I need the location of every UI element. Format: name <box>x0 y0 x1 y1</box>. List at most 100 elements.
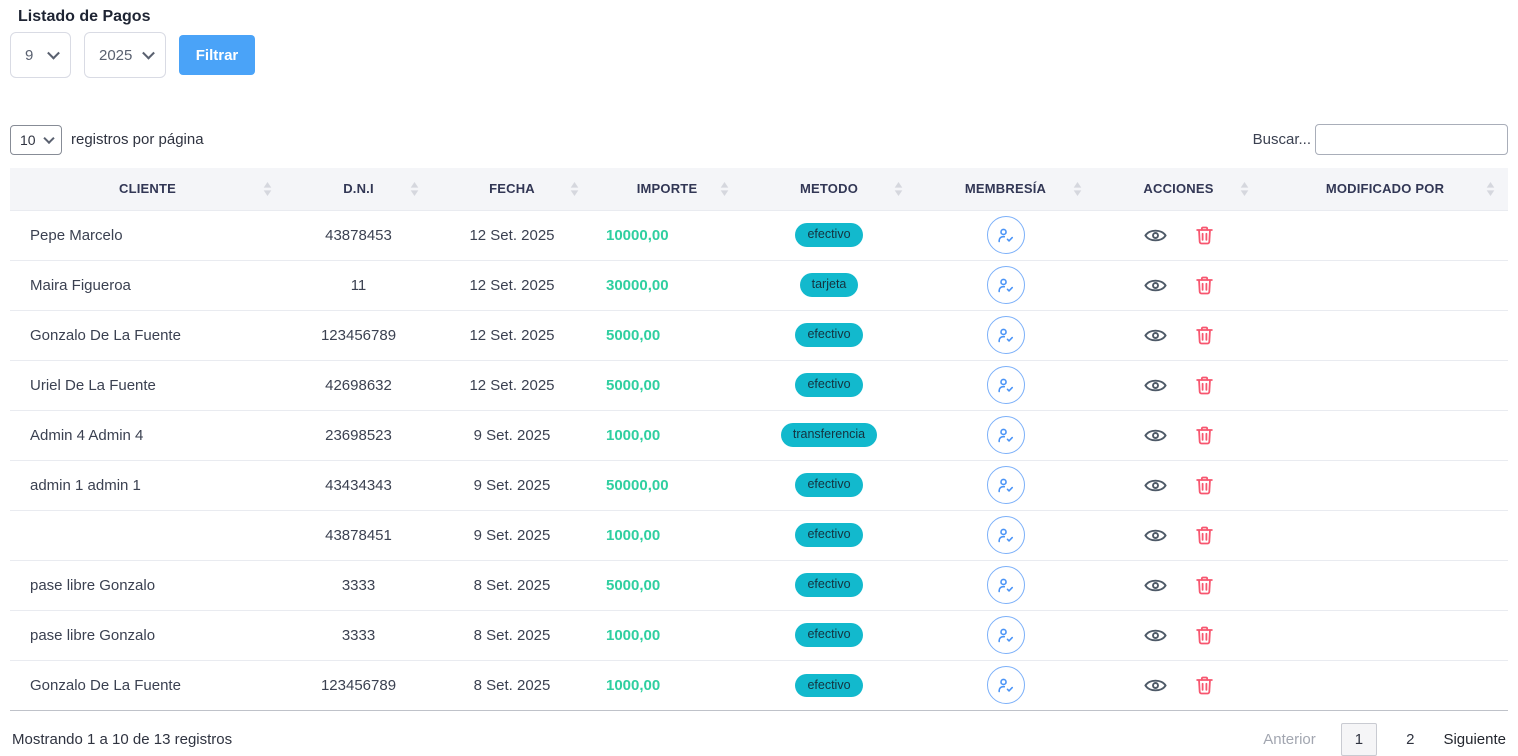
cell-fecha: 9 Set. 2025 <box>432 460 592 510</box>
view-button[interactable] <box>1144 327 1167 344</box>
cell-membresia <box>916 260 1095 310</box>
table-row: Maira Figueroa 11 12 Set. 2025 30000,00 … <box>10 260 1508 310</box>
cell-membresia <box>916 210 1095 260</box>
membership-button[interactable] <box>987 616 1025 654</box>
view-button[interactable] <box>1144 627 1167 644</box>
view-button[interactable] <box>1144 227 1167 244</box>
view-button[interactable] <box>1144 277 1167 294</box>
column-header-membresia[interactable]: MEMBRESÍA <box>916 168 1095 210</box>
cell-importe: 1000,00 <box>592 510 742 560</box>
eye-icon <box>1144 227 1167 244</box>
column-header-modificado-por[interactable]: MODIFICADO POR <box>1262 168 1508 210</box>
table-row: pase libre Gonzalo 3333 8 Set. 2025 5000… <box>10 560 1508 610</box>
delete-button[interactable] <box>1196 326 1213 345</box>
cell-acciones <box>1095 510 1262 560</box>
delete-button[interactable] <box>1196 226 1213 245</box>
trash-icon <box>1196 576 1213 595</box>
cell-modificado-por <box>1262 210 1508 260</box>
membership-button[interactable] <box>987 416 1025 454</box>
page-button-2[interactable]: 2 <box>1402 724 1418 755</box>
view-button[interactable] <box>1144 527 1167 544</box>
year-select-wrap: 2025 <box>84 32 166 78</box>
delete-button[interactable] <box>1196 276 1213 295</box>
sort-icon <box>720 182 729 196</box>
cell-metodo: efectivo <box>742 560 916 610</box>
delete-button[interactable] <box>1196 476 1213 495</box>
month-select[interactable]: 9 <box>10 32 71 78</box>
metodo-badge: efectivo <box>795 623 862 647</box>
table-controls-row: 10 registros por página Buscar... <box>10 124 1508 155</box>
search-input[interactable] <box>1315 124 1508 155</box>
column-header-metodo[interactable]: METODO <box>742 168 916 210</box>
cell-fecha: 12 Set. 2025 <box>432 360 592 410</box>
view-button[interactable] <box>1144 477 1167 494</box>
column-header-dni[interactable]: D.N.I <box>285 168 432 210</box>
eye-icon <box>1144 277 1167 294</box>
cell-dni: 3333 <box>285 610 432 660</box>
membership-button[interactable] <box>987 366 1025 404</box>
eye-icon <box>1144 577 1167 594</box>
cell-metodo: transferencia <box>742 410 916 460</box>
membership-button[interactable] <box>987 666 1025 704</box>
cell-dni: 123456789 <box>285 310 432 360</box>
cell-metodo: efectivo <box>742 660 916 710</box>
filter-button[interactable]: Filtrar <box>179 35 255 75</box>
cell-acciones <box>1095 460 1262 510</box>
metodo-badge: efectivo <box>795 373 862 397</box>
cell-modificado-por <box>1262 510 1508 560</box>
membership-button[interactable] <box>987 566 1025 604</box>
delete-button[interactable] <box>1196 526 1213 545</box>
page-button-1[interactable]: 1 <box>1341 723 1377 756</box>
cell-modificado-por <box>1262 610 1508 660</box>
cell-acciones <box>1095 360 1262 410</box>
user-check-icon <box>996 426 1015 445</box>
user-check-icon <box>996 326 1015 345</box>
view-button[interactable] <box>1144 577 1167 594</box>
delete-button[interactable] <box>1196 376 1213 395</box>
column-header-cliente[interactable]: CLIENTE <box>10 168 285 210</box>
membership-button[interactable] <box>987 516 1025 554</box>
cell-fecha: 9 Set. 2025 <box>432 410 592 460</box>
delete-button[interactable] <box>1196 676 1213 695</box>
delete-button[interactable] <box>1196 576 1213 595</box>
sort-icon <box>894 182 903 196</box>
cell-membresia <box>916 310 1095 360</box>
delete-button[interactable] <box>1196 426 1213 445</box>
cell-dni: 42698632 <box>285 360 432 410</box>
column-header-fecha[interactable]: FECHA <box>432 168 592 210</box>
cell-fecha: 8 Set. 2025 <box>432 660 592 710</box>
view-button[interactable] <box>1144 427 1167 444</box>
cell-dni: 23698523 <box>285 410 432 460</box>
payments-table-header: CLIENTE D.N.I FECHA IMPORTE METODO <box>10 168 1508 210</box>
view-button[interactable] <box>1144 677 1167 694</box>
cell-membresia <box>916 360 1095 410</box>
cell-fecha: 12 Set. 2025 <box>432 210 592 260</box>
trash-icon <box>1196 276 1213 295</box>
prev-page-button[interactable]: Anterior <box>1263 731 1316 748</box>
membership-button[interactable] <box>987 316 1025 354</box>
cell-dni: 43434343 <box>285 460 432 510</box>
cell-cliente: pase libre Gonzalo <box>10 560 285 610</box>
cell-importe: 50000,00 <box>592 460 742 510</box>
column-header-acciones[interactable]: ACCIONES <box>1095 168 1262 210</box>
trash-icon <box>1196 476 1213 495</box>
cell-cliente: Gonzalo De La Fuente <box>10 310 285 360</box>
cell-metodo: efectivo <box>742 210 916 260</box>
membership-button[interactable] <box>987 266 1025 304</box>
membership-button[interactable] <box>987 466 1025 504</box>
user-check-icon <box>996 526 1015 545</box>
cell-acciones <box>1095 560 1262 610</box>
delete-button[interactable] <box>1196 626 1213 645</box>
cell-acciones <box>1095 610 1262 660</box>
next-page-button[interactable]: Siguiente <box>1443 731 1506 748</box>
cell-acciones <box>1095 410 1262 460</box>
column-header-importe[interactable]: IMPORTE <box>592 168 742 210</box>
view-button[interactable] <box>1144 377 1167 394</box>
sort-icon <box>410 182 419 196</box>
membership-button[interactable] <box>987 216 1025 254</box>
pagination: Anterior 1 2 Siguiente <box>1263 723 1506 756</box>
year-select[interactable]: 2025 <box>84 32 166 78</box>
page-size-select[interactable]: 10 <box>10 125 62 155</box>
cell-cliente: Maira Figueroa <box>10 260 285 310</box>
table-row: Admin 4 Admin 4 23698523 9 Set. 2025 100… <box>10 410 1508 460</box>
